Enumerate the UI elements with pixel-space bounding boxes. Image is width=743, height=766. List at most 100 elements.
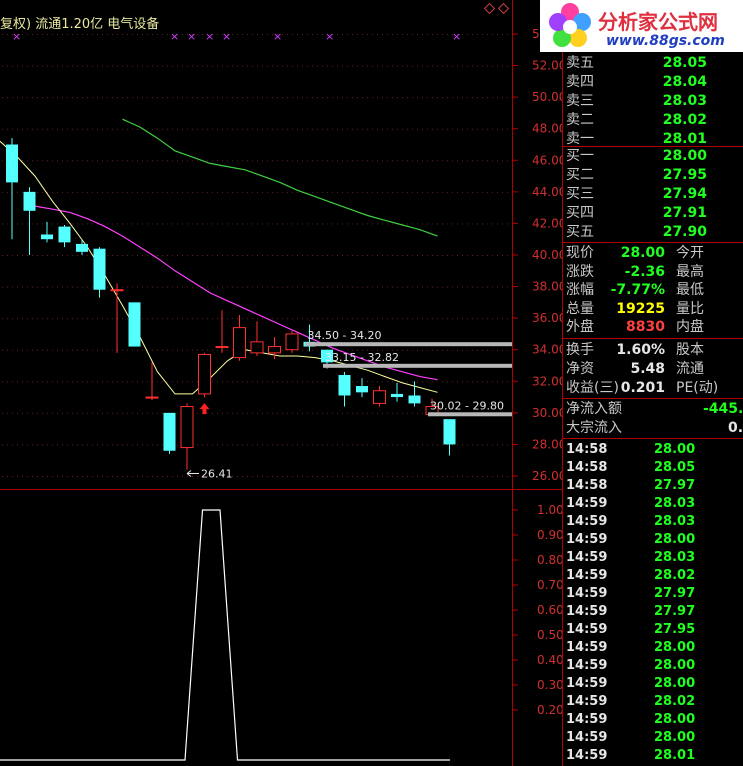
grid-dot bbox=[102, 160, 103, 162]
grid-dot bbox=[197, 160, 198, 162]
grid-dot bbox=[437, 223, 438, 225]
grid-dot bbox=[377, 381, 378, 383]
grid-dot bbox=[392, 476, 393, 477]
grid-dot bbox=[237, 476, 238, 477]
grid-dot bbox=[42, 65, 43, 67]
grid-dot bbox=[172, 349, 173, 351]
grid-dot bbox=[452, 97, 453, 99]
x-marker-icon: × bbox=[12, 30, 21, 43]
grid-dot bbox=[467, 255, 468, 256]
grid-dot bbox=[17, 349, 18, 351]
grid-dot bbox=[387, 286, 388, 288]
grid-dot bbox=[492, 191, 493, 193]
grid-dot bbox=[257, 255, 258, 256]
grid-dot bbox=[487, 444, 488, 446]
grid-dot bbox=[52, 255, 53, 256]
grid-dot bbox=[117, 223, 118, 225]
grid-dot bbox=[232, 349, 233, 351]
grid-dot bbox=[352, 97, 353, 99]
grid-dot bbox=[92, 223, 93, 225]
grid-dot bbox=[132, 412, 133, 414]
grid-dot bbox=[127, 286, 128, 288]
grid-dot bbox=[317, 349, 318, 351]
grid-dot bbox=[447, 476, 448, 477]
grid-dot bbox=[97, 160, 98, 162]
grid-dot bbox=[97, 318, 98, 320]
grid-dot bbox=[292, 476, 293, 477]
grid-dot bbox=[502, 65, 503, 67]
grid-dot bbox=[87, 412, 88, 414]
grid-dot bbox=[297, 444, 298, 446]
grid-dot bbox=[312, 286, 313, 288]
grid-dot bbox=[477, 476, 478, 477]
grid-dot bbox=[187, 286, 188, 288]
grid-dot bbox=[277, 160, 278, 162]
grid-dot bbox=[112, 318, 113, 320]
grid-dot bbox=[367, 476, 368, 477]
grid-dot bbox=[52, 286, 53, 288]
grid-dot bbox=[307, 349, 308, 351]
grid-dot bbox=[142, 65, 143, 67]
grid-dot bbox=[337, 128, 338, 130]
grid-dot bbox=[407, 318, 408, 320]
grid-dot bbox=[472, 381, 473, 383]
grid-dot bbox=[492, 318, 493, 320]
grid-dot bbox=[362, 65, 363, 67]
grid-dot bbox=[127, 318, 128, 320]
grid-dot bbox=[162, 97, 163, 99]
bid-row-value: 27.90 bbox=[662, 224, 707, 240]
grid-dot bbox=[507, 223, 508, 225]
grid-dot bbox=[497, 65, 498, 67]
y-tick-label: 0.90 bbox=[537, 528, 563, 542]
grid-dot bbox=[182, 349, 183, 351]
grid-dot bbox=[417, 65, 418, 67]
grid-dot bbox=[52, 381, 53, 383]
trade-time: 14:58 bbox=[566, 442, 608, 457]
grid-dot bbox=[132, 65, 133, 67]
grid-dot bbox=[107, 160, 108, 162]
ask-row-label: 卖二 bbox=[566, 112, 594, 128]
grid-dot bbox=[337, 412, 338, 414]
grid-dot bbox=[292, 128, 293, 130]
trade-tick-row: 14:59 28.00 bbox=[563, 531, 743, 549]
grid-dot bbox=[12, 476, 13, 477]
grid-dot bbox=[187, 476, 188, 477]
grid-dot bbox=[172, 97, 173, 99]
grid-dot bbox=[22, 412, 23, 414]
grid-dot bbox=[457, 476, 458, 477]
grid-dot bbox=[337, 286, 338, 288]
grid-dot bbox=[462, 255, 463, 256]
diamond-icon[interactable] bbox=[483, 2, 510, 15]
grid-dot bbox=[32, 223, 33, 225]
grid-dot bbox=[57, 128, 58, 130]
grid-dot bbox=[222, 191, 223, 193]
grid-dot bbox=[387, 97, 388, 99]
grid-dot bbox=[482, 128, 483, 130]
grid-dot bbox=[272, 444, 273, 446]
trade-time: 14:59 bbox=[566, 712, 608, 727]
grid-dot bbox=[137, 381, 138, 383]
grid-dot bbox=[267, 34, 268, 35]
grid-dot bbox=[107, 286, 108, 288]
grid-dot bbox=[232, 34, 233, 35]
stat-row-label2: 量比 bbox=[676, 300, 704, 317]
grid-dot bbox=[292, 255, 293, 256]
grid-dot bbox=[212, 65, 213, 67]
grid-dot bbox=[422, 381, 423, 383]
grid-dot bbox=[302, 65, 303, 67]
grid-dot bbox=[2, 286, 3, 288]
grid-dot bbox=[22, 34, 23, 35]
grid-dot bbox=[27, 476, 28, 477]
grid-dot bbox=[72, 223, 73, 225]
grid-dot bbox=[172, 286, 173, 288]
grid-dot bbox=[307, 223, 308, 225]
low-price-label: 26.41 bbox=[201, 468, 233, 481]
grid-dot bbox=[492, 286, 493, 288]
grid-dot bbox=[402, 223, 403, 225]
grid-dot bbox=[407, 160, 408, 162]
grid-dot bbox=[177, 381, 178, 383]
grid-dot bbox=[212, 160, 213, 162]
quote-divider-line bbox=[563, 242, 743, 243]
grid-dot bbox=[417, 255, 418, 256]
grid-dot bbox=[32, 97, 33, 99]
